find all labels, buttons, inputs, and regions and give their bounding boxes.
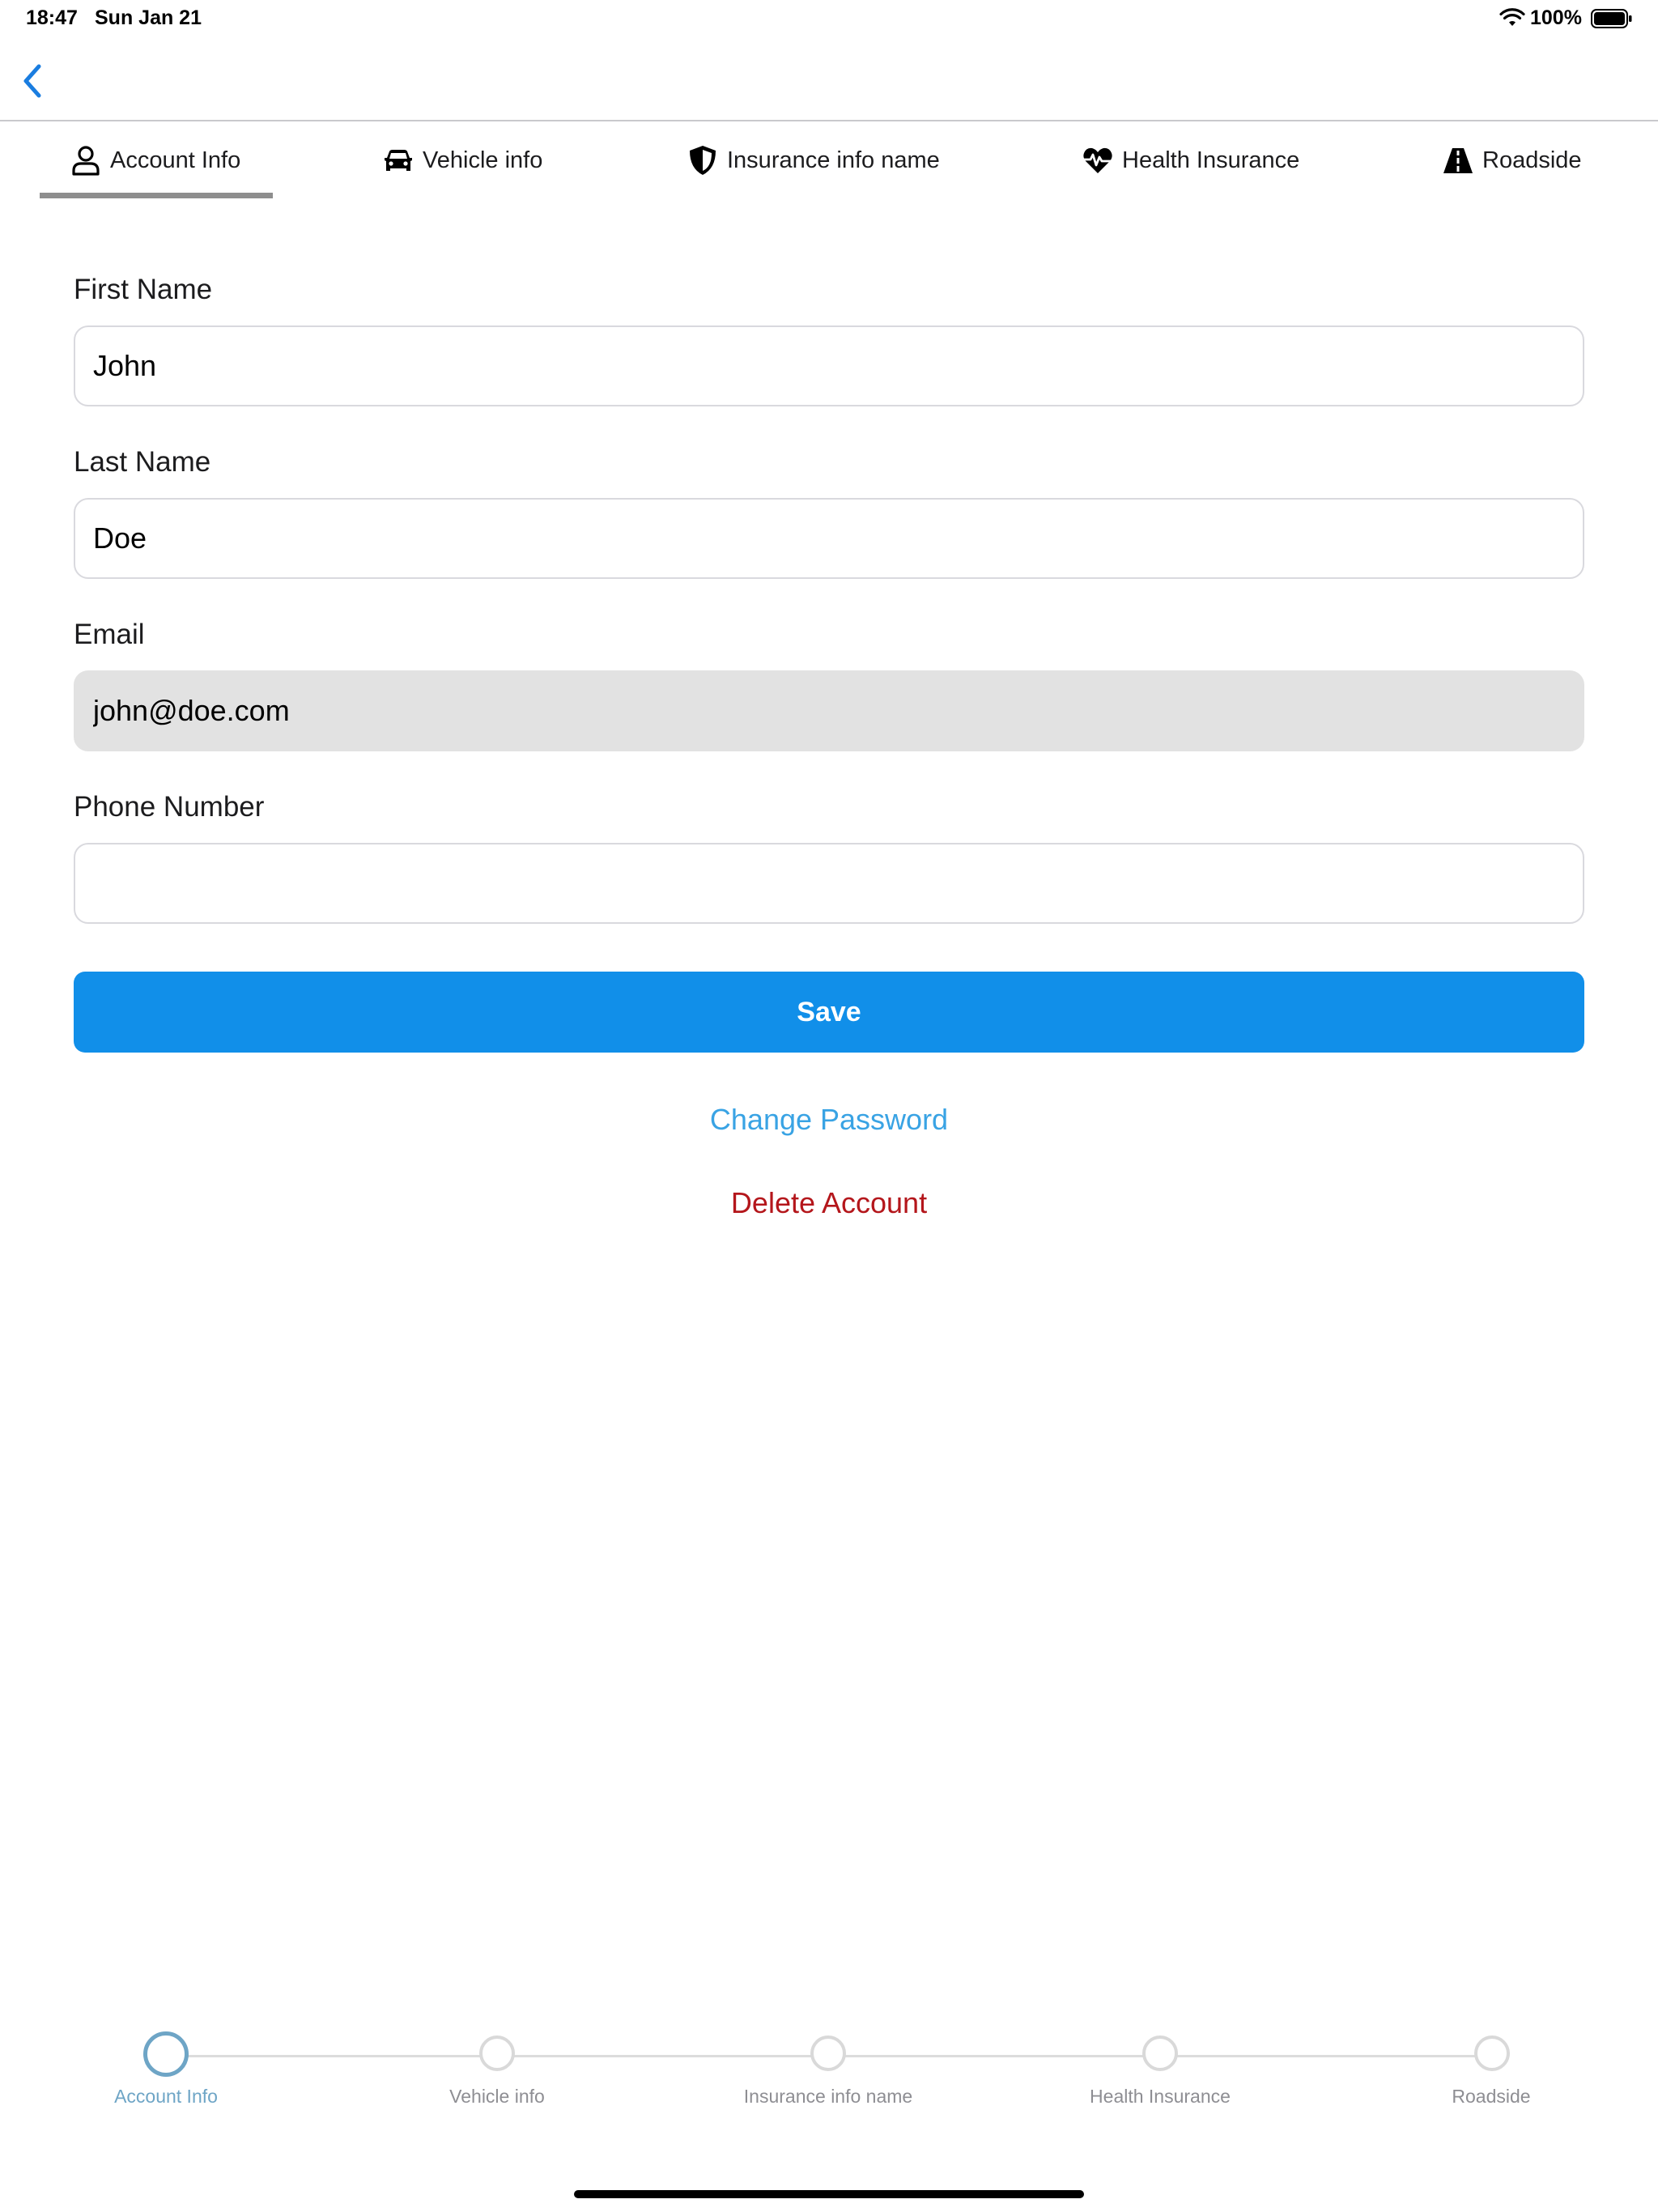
save-button[interactable]: Save: [74, 972, 1584, 1053]
step-label-insurance-info: Insurance info name: [743, 2086, 913, 2107]
step-label-roadside: Roadside: [1452, 2086, 1531, 2107]
step-label-health-insurance: Health Insurance: [1090, 2086, 1231, 2107]
status-bar: 18:47 Sun Jan 21 100%: [0, 0, 1658, 40]
tab-label: Insurance info name: [727, 147, 940, 173]
tab-bar: Account Info Vehicle info Insurance info…: [0, 121, 1658, 202]
person-icon: [70, 144, 102, 177]
active-tab-indicator: [40, 193, 273, 198]
change-password-link[interactable]: Change Password: [0, 1103, 1658, 1137]
tab-label: Health Insurance: [1122, 147, 1300, 173]
tab-label: Account Info: [110, 147, 241, 173]
chevron-left-icon[interactable]: [16, 58, 49, 104]
step-label-account-info: Account Info: [114, 2086, 218, 2107]
shield-icon: [687, 144, 719, 177]
car-icon: [382, 144, 414, 177]
email-input: [74, 670, 1584, 751]
tab-insurance-info[interactable]: Insurance info name: [687, 139, 940, 181]
wifi-icon: [1499, 8, 1525, 26]
phone-number-label: Phone Number: [74, 791, 265, 823]
tab-label: Vehicle info: [423, 147, 543, 173]
tab-label: Roadside: [1482, 147, 1582, 173]
step-label-vehicle-info: Vehicle info: [449, 2086, 545, 2107]
tab-vehicle-info[interactable]: Vehicle info: [382, 139, 542, 181]
battery-percent: 100%: [1530, 6, 1582, 29]
road-icon: [1442, 144, 1474, 177]
step-circle-vehicle-info[interactable]: [479, 2035, 515, 2071]
last-name-label: Last Name: [74, 446, 211, 478]
status-date: Sun Jan 21: [95, 6, 202, 29]
battery-icon: [1591, 9, 1632, 28]
navigation-bar: [0, 40, 1658, 121]
step-circle-health-insurance[interactable]: [1142, 2035, 1178, 2071]
tab-account-info[interactable]: Account Info: [70, 139, 240, 181]
home-indicator: [574, 2190, 1084, 2198]
phone-number-input[interactable]: [74, 843, 1584, 924]
delete-account-link[interactable]: Delete Account: [0, 1186, 1658, 1220]
step-circle-account-info[interactable]: [143, 2031, 189, 2077]
heart-pulse-icon: [1082, 144, 1114, 177]
step-circle-roadside[interactable]: [1474, 2035, 1510, 2071]
tab-roadside[interactable]: Roadside: [1442, 139, 1582, 181]
first-name-label: First Name: [74, 274, 213, 305]
first-name-input[interactable]: [74, 325, 1584, 406]
progress-stepper: Account Info Vehicle info Insurance info…: [0, 2024, 1658, 2121]
email-label: Email: [74, 619, 145, 650]
status-time: 18:47: [26, 6, 78, 29]
tab-health-insurance[interactable]: Health Insurance: [1082, 139, 1299, 181]
last-name-input[interactable]: [74, 498, 1584, 579]
step-circle-insurance-info[interactable]: [810, 2035, 846, 2071]
